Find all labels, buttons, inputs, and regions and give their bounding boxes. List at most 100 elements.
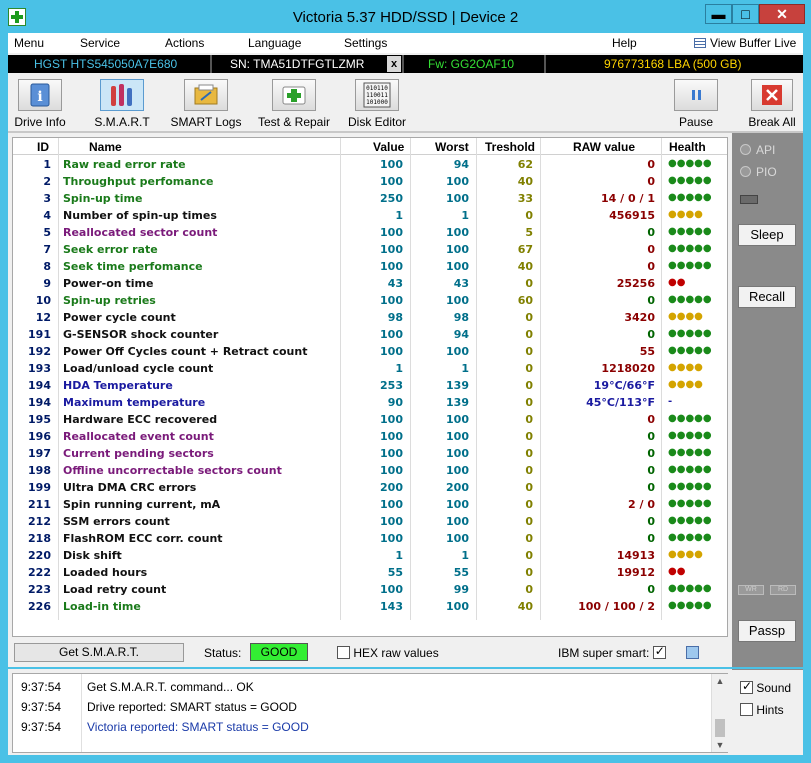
menu-actions[interactable]: Actions [165, 36, 204, 50]
table-row[interactable]: 9 Power-on time 43 43 0 25256 ●● [13, 275, 727, 292]
table-row[interactable]: 226 Load-in time 143 100 40 100 / 100 / 2 ●●●●… [13, 598, 727, 615]
pio-radio[interactable]: PIO [740, 165, 777, 179]
scroll-thumb[interactable] [715, 719, 725, 737]
attr-name: Spin running current, mA [63, 498, 221, 511]
read-mini-button[interactable]: RD [770, 585, 796, 595]
table-row[interactable]: 1 Raw read error rate 100 94 62 0 ●●●●● [13, 156, 727, 173]
table-row[interactable]: 191 G-SENSOR shock counter 100 94 0 0 ●●●●● [13, 326, 727, 343]
pause-button[interactable]: Pause [672, 79, 720, 129]
table-row[interactable]: 7 Seek error rate 100 100 67 0 ●●●●● [13, 241, 727, 258]
device-info-bar: HGST HTS545050A7E680 SN: TMA51DTFGTLZMR … [8, 55, 803, 73]
table-row[interactable]: 198 Offline uncorrectable sectors count 10… [13, 462, 727, 479]
test-repair-button[interactable]: Test & Repair [254, 79, 334, 129]
menu-settings[interactable]: Settings [344, 36, 387, 50]
break-all-button[interactable]: Break All [746, 79, 798, 129]
menu-language[interactable]: Language [248, 36, 301, 50]
scroll-down-icon[interactable]: ▼ [712, 740, 728, 750]
smart-button[interactable]: S.M.A.R.T [92, 79, 152, 129]
col-worst-header[interactable]: Worst [435, 140, 469, 154]
scroll-up-icon[interactable]: ▲ [712, 676, 728, 686]
col-threshold-header[interactable]: Treshold [485, 140, 535, 154]
attr-worst: 100 [446, 447, 469, 460]
view-buffer-button[interactable]: View Buffer Live [694, 36, 796, 50]
menu-menu[interactable]: Menu [14, 36, 44, 50]
table-row[interactable]: 218 FlashROM ECC corr. count 100 100 0 0 ●●●●● [13, 530, 727, 547]
attr-id: 212 [28, 515, 51, 528]
menu-service[interactable]: Service [80, 36, 120, 50]
table-row[interactable]: 192 Power Off Cycles count + Retract coun… [13, 343, 727, 360]
attr-name: Maximum temperature [63, 396, 206, 409]
view-buffer-label: View Buffer Live [710, 36, 797, 50]
device-model[interactable]: HGST HTS545050A7E680 [34, 57, 177, 71]
table-row[interactable]: 211 Spin running current, mA 100 100 0 2 / 0 ●… [13, 496, 727, 513]
drive-info-button[interactable]: i Drive Info [12, 79, 68, 129]
log-panel[interactable]: 9:37:54 Get S.M.A.R.T. command... OK 9:37… [12, 673, 728, 753]
table-row[interactable]: 222 Loaded hours 55 55 0 19912 ●● [13, 564, 727, 581]
table-row[interactable]: 212 SSM errors count 100 100 0 0 ●●●●● [13, 513, 727, 530]
attr-threshold: 0 [525, 311, 533, 324]
title-bar[interactable]: Victoria 5.37 HDD/SSD | Device 2 ▬ □ ✕ [0, 0, 811, 33]
table-row[interactable]: 197 Current pending sectors 100 100 0 0 ●●●●● [13, 445, 727, 462]
table-row[interactable]: 2 Throughput perfomance 100 100 40 0 ●●●●● [13, 173, 727, 190]
log-scrollbar[interactable]: ▲ ▼ [711, 674, 728, 752]
col-raw-header[interactable]: RAW value [573, 140, 635, 154]
table-row[interactable]: 194 HDA Temperature 253 139 0 19°C/66°F ●●●● [13, 377, 727, 394]
col-id-header[interactable]: ID [37, 140, 49, 154]
sound-toggle[interactable]: Sound [740, 679, 791, 695]
menu-help[interactable]: Help [612, 36, 637, 50]
attr-health: ●●●●● [668, 294, 712, 305]
close-button[interactable]: ✕ [759, 4, 805, 24]
close-icon: ✕ [776, 6, 788, 22]
write-mini-button[interactable]: WR [738, 585, 764, 595]
window-title: Victoria 5.37 HDD/SSD | Device 2 [292, 9, 519, 26]
hex-raw-toggle[interactable]: HEX raw values [337, 646, 439, 660]
attr-value: 100 [380, 498, 403, 511]
col-value-header[interactable]: Value [373, 140, 404, 154]
attr-name: Reallocated sector count [63, 226, 218, 239]
col-health-header[interactable]: Health [669, 140, 706, 154]
table-row[interactable]: 12 Power cycle count 98 98 0 3420 ●●●● [13, 309, 727, 326]
attr-health: ●●●●● [668, 515, 712, 526]
passp-button[interactable]: Passp [738, 620, 796, 642]
minimize-button[interactable]: ▬ [705, 4, 732, 24]
table-row[interactable]: 223 Load retry count 100 99 0 0 ●●●●● [13, 581, 727, 598]
attr-worst: 100 [446, 600, 469, 613]
attr-health: ●●●●● [668, 345, 712, 356]
device-firmware: Fw: GG2OAF10 [428, 57, 515, 71]
attr-value: 43 [387, 277, 403, 290]
close-device-button[interactable]: x [387, 56, 401, 72]
attr-health: ●●●● [668, 209, 703, 220]
table-row[interactable]: 10 Spin-up retries 100 100 60 0 ●●●●● [13, 292, 727, 309]
table-row[interactable]: 3 Spin-up time 250 100 33 14 / 0 / 1 ●●●●● [13, 190, 727, 207]
table-row[interactable]: 196 Reallocated event count 100 100 0 0 ●●●●● [13, 428, 727, 445]
ibm-super-smart-toggle[interactable]: IBM super smart: [558, 644, 666, 660]
attr-id: 194 [28, 396, 51, 409]
table-row[interactable]: 199 Ultra DMA CRC errors 200 200 0 0 ●●●●● [13, 479, 727, 496]
attr-threshold: 0 [525, 362, 533, 375]
api-radio[interactable]: API [740, 143, 775, 157]
hints-toggle[interactable]: Hints [740, 703, 784, 717]
disk-editor-button[interactable]: 010110 110011 101000 Disk Editor [344, 79, 410, 129]
attr-raw: 14913 [616, 549, 655, 562]
attr-health: ●●●● [668, 549, 703, 560]
smart-table[interactable]: ID Name Value Worst Treshold RAW value H… [12, 137, 728, 637]
attr-health: ●●●● [668, 311, 703, 322]
table-row[interactable]: 194 Maximum temperature 90 139 0 45°C/113°F - [13, 394, 727, 411]
table-row[interactable]: 220 Disk shift 1 1 0 14913 ●●●● [13, 547, 727, 564]
get-smart-button[interactable]: Get S.M.A.R.T. [14, 643, 184, 662]
table-row[interactable]: 5 Reallocated sector count 100 100 5 0 ●●●●● [13, 224, 727, 241]
table-row[interactable]: 195 Hardware ECC recovered 100 100 0 0 ●●●●● [13, 411, 727, 428]
table-row[interactable]: 4 Number of spin-up times 1 1 0 456915 ●●●● [13, 207, 727, 224]
table-row[interactable]: 193 Load/unload cycle count 1 1 0 1218020 ●●●● [13, 360, 727, 377]
attr-threshold: 0 [525, 532, 533, 545]
col-name-header[interactable]: Name [89, 140, 122, 154]
maximize-button[interactable]: □ [732, 4, 759, 24]
attr-threshold: 5 [525, 226, 533, 239]
table-row[interactable]: 8 Seek time perfomance 100 100 40 0 ●●●●● [13, 258, 727, 275]
attr-threshold: 33 [517, 192, 533, 205]
color-swatch[interactable] [686, 646, 699, 659]
recall-button[interactable]: Recall [738, 286, 796, 308]
sleep-button[interactable]: Sleep [738, 224, 796, 246]
smart-logs-button[interactable]: SMART Logs [168, 79, 244, 129]
attr-worst: 100 [446, 515, 469, 528]
